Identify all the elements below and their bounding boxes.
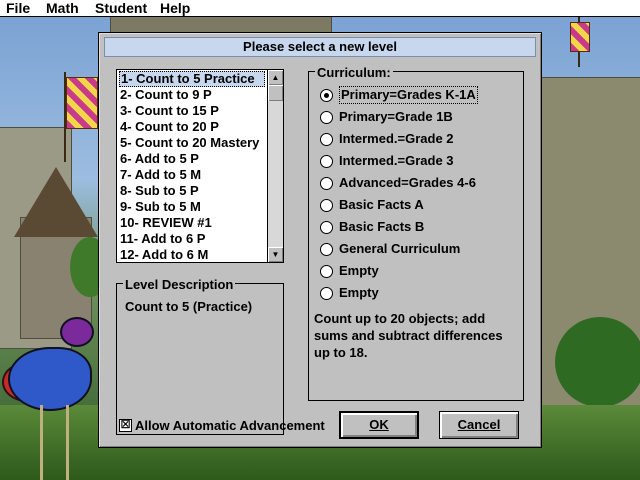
list-item[interactable]: 9- Sub to 5 M	[119, 199, 266, 215]
radio-icon[interactable]	[320, 243, 333, 256]
level-listbox[interactable]: 1- Count to 5 Practice 2- Count to 9 P 3…	[116, 69, 284, 263]
radio-icon[interactable]	[320, 221, 333, 234]
curriculum-option-intermed-3[interactable]: Intermed.=Grade 3	[320, 152, 520, 170]
curriculum-option-empty-1[interactable]: Empty	[320, 262, 520, 280]
list-item[interactable]: 8- Sub to 5 P	[119, 183, 266, 199]
list-item[interactable]: 3- Count to 15 P	[119, 103, 266, 119]
menu-bar: File Math Student Help	[0, 0, 640, 17]
curriculum-option-primary-1b[interactable]: Primary=Grade 1B	[320, 108, 520, 126]
radio-icon[interactable]	[320, 265, 333, 278]
left-banner-icon	[66, 77, 98, 129]
bird-leg	[66, 405, 69, 480]
right-banner-icon	[570, 22, 590, 52]
list-item[interactable]: 1- Count to 5 Practice	[119, 71, 265, 87]
bush	[555, 317, 640, 407]
scroll-down-icon[interactable]: ▼	[268, 247, 283, 262]
bird-head	[60, 317, 94, 347]
list-item[interactable]: 10- REVIEW #1	[119, 215, 266, 231]
cancel-button[interactable]: Cancel	[439, 411, 519, 439]
list-item[interactable]: 11- Add to 6 P	[119, 231, 266, 247]
hut-roof	[14, 167, 98, 237]
curriculum-option-intermed-2[interactable]: Intermed.=Grade 2	[320, 130, 520, 148]
list-item[interactable]: 12- Add to 6 M	[119, 247, 266, 262]
radio-icon[interactable]	[320, 111, 333, 124]
curriculum-description: Count up to 20 objects; add sums and sub…	[314, 311, 503, 360]
bird-leg	[40, 405, 43, 480]
level-list-scrollbar[interactable]: ▲ ▼	[267, 70, 283, 262]
menu-math[interactable]: Math	[46, 0, 79, 16]
dialog-title: Please select a new level	[104, 37, 536, 57]
list-item[interactable]: 7- Add to 5 M	[119, 167, 266, 183]
list-item[interactable]: 2- Count to 9 P	[119, 87, 266, 103]
curriculum-label: Curriculum:	[315, 65, 393, 80]
level-description-text: Count to 5 (Practice)	[125, 299, 253, 314]
menu-student[interactable]: Student	[95, 0, 147, 16]
ok-button[interactable]: OK	[339, 411, 419, 439]
auto-advance-label[interactable]: Allow Automatic Advancement	[135, 418, 325, 434]
list-item[interactable]: 6- Add to 5 P	[119, 151, 266, 167]
radio-icon[interactable]	[320, 287, 333, 300]
radio-checked-icon[interactable]	[320, 89, 333, 102]
list-item[interactable]: 4- Count to 20 P	[119, 119, 266, 135]
radio-icon[interactable]	[320, 199, 333, 212]
radio-icon[interactable]	[320, 133, 333, 146]
curriculum-option-advanced[interactable]: Advanced=Grades 4-6	[320, 174, 520, 192]
menu-file[interactable]: File	[6, 0, 30, 16]
curriculum-option-basic-facts-b[interactable]: Basic Facts B	[320, 218, 520, 236]
curriculum-option-basic-facts-a[interactable]: Basic Facts A	[320, 196, 520, 214]
scroll-up-icon[interactable]: ▲	[268, 70, 283, 85]
level-description-label: Level Description	[123, 277, 236, 292]
curriculum-option-primary-k1a[interactable]: Primary=Grades K-1A	[320, 86, 520, 104]
menu-help[interactable]: Help	[160, 0, 190, 16]
scroll-thumb[interactable]	[268, 85, 283, 101]
auto-advance-checkbox[interactable]: ☒	[119, 419, 132, 432]
radio-icon[interactable]	[320, 177, 333, 190]
curriculum-option-empty-2[interactable]: Empty	[320, 284, 520, 302]
curriculum-option-general[interactable]: General Curriculum	[320, 240, 520, 258]
list-item[interactable]: 5- Count to 20 Mastery	[119, 135, 266, 151]
radio-icon[interactable]	[320, 155, 333, 168]
bird-character	[8, 347, 92, 411]
